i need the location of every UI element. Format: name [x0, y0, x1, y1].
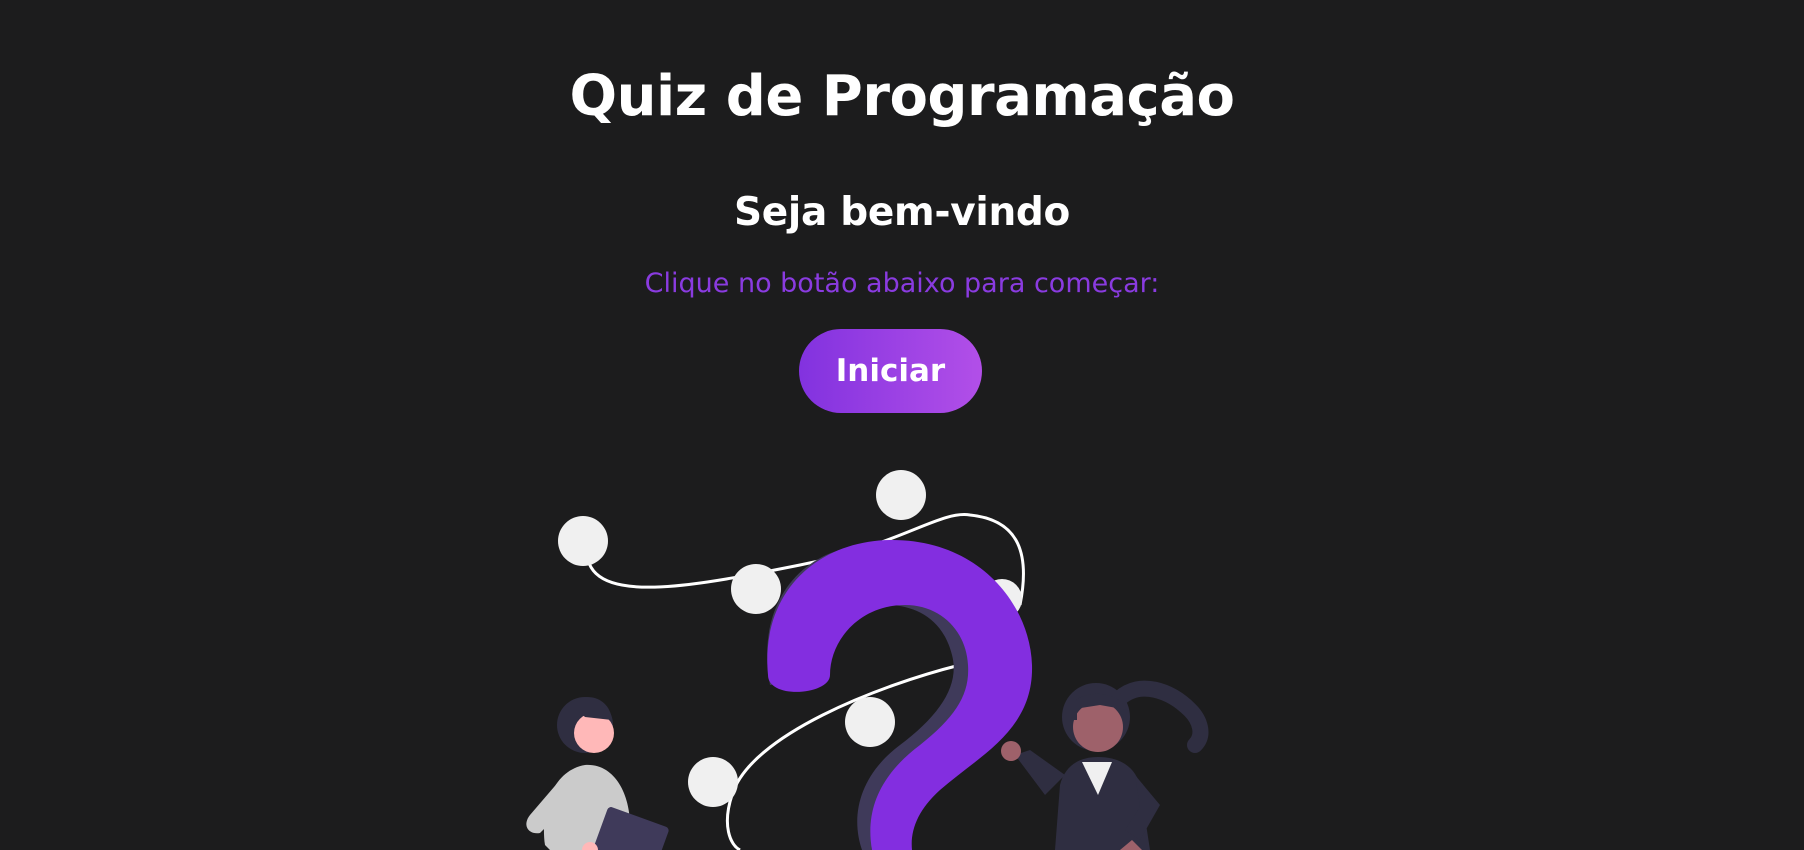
- question-mark-icon: [767, 540, 1033, 850]
- dot: [731, 564, 781, 614]
- dot: [845, 697, 895, 747]
- start-button[interactable]: Iniciar: [799, 329, 982, 413]
- dot: [558, 516, 608, 566]
- welcome-heading: Seja bem-vindo: [733, 190, 1071, 235]
- instruction-text: Clique no botão abaixo para começar:: [644, 268, 1160, 299]
- dot: [876, 470, 926, 520]
- question-mark-illustration: [526, 470, 1209, 850]
- dot: [688, 757, 738, 807]
- person-left-icon: [526, 697, 669, 850]
- quiz-start-screen: Quiz de Programação Seja bem-vindo Cliqu…: [0, 0, 1804, 850]
- person-right-icon: [1001, 680, 1209, 850]
- page-title: Quiz de Programação: [569, 64, 1235, 129]
